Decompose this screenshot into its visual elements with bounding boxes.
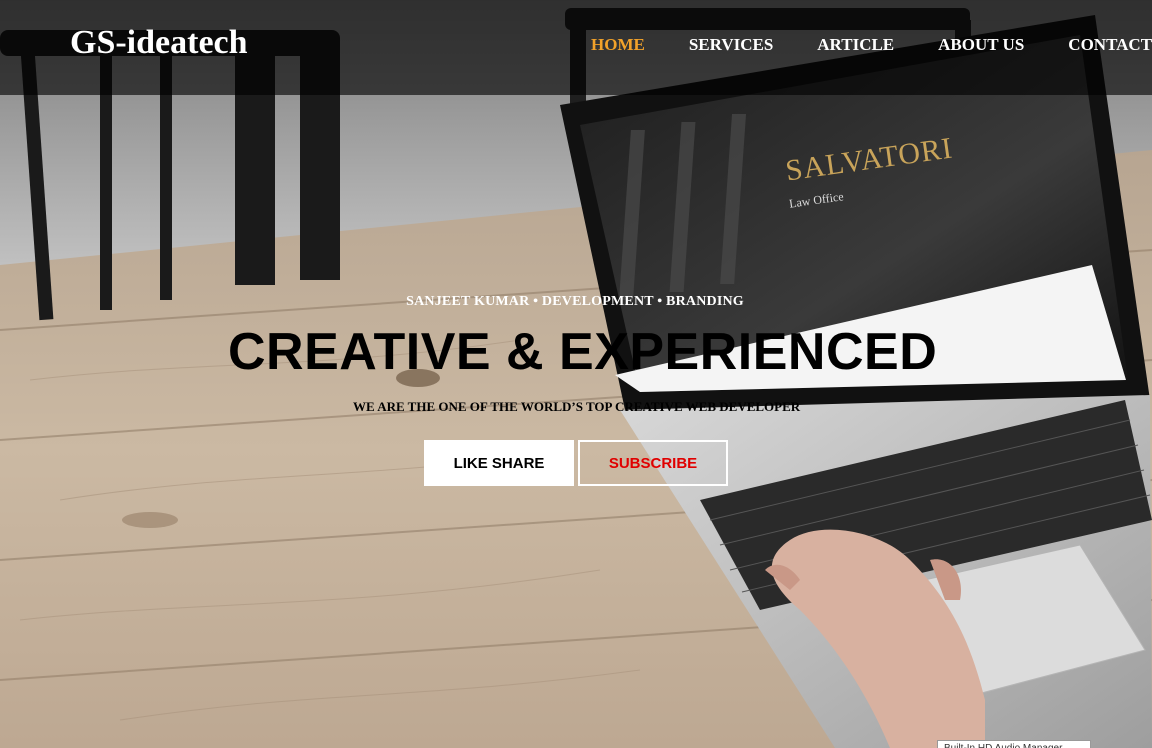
site-logo[interactable]: GS-ideatech xyxy=(70,24,248,62)
audio-manager-widget[interactable]: Built-In HD Audio Manager xyxy=(937,740,1091,748)
nav-services[interactable]: SERVICES xyxy=(689,35,773,55)
hero-tagline-text: SANJEET KUMAR • DEVELOPMENT • BRANDING xyxy=(406,294,744,309)
nav-about-us[interactable]: ABOUT US xyxy=(938,35,1024,55)
nav-home[interactable]: HOME xyxy=(591,35,645,55)
subscribe-button[interactable]: SUBSCRIBE xyxy=(578,440,728,486)
hero-headline: CREATIVE & EXPERIENCED xyxy=(228,323,938,381)
top-navbar: GS-ideatech HOME SERVICES ARTICLE ABOUT … xyxy=(0,0,1152,95)
like-share-button[interactable]: LIKE SHARE xyxy=(424,440,574,486)
hero-subline: WE ARE THE ONE OF THE WORLD’S TOP CREATI… xyxy=(353,399,801,414)
main-nav: HOME SERVICES ARTICLE ABOUT US CONTACT xyxy=(591,35,1152,55)
nav-contact[interactable]: CONTACT xyxy=(1068,35,1152,55)
nav-article[interactable]: ARTICLE xyxy=(817,35,894,55)
hero-tagline: SANJEET KUMAR • DEVELOPMENT • BRANDING xyxy=(0,294,1152,310)
